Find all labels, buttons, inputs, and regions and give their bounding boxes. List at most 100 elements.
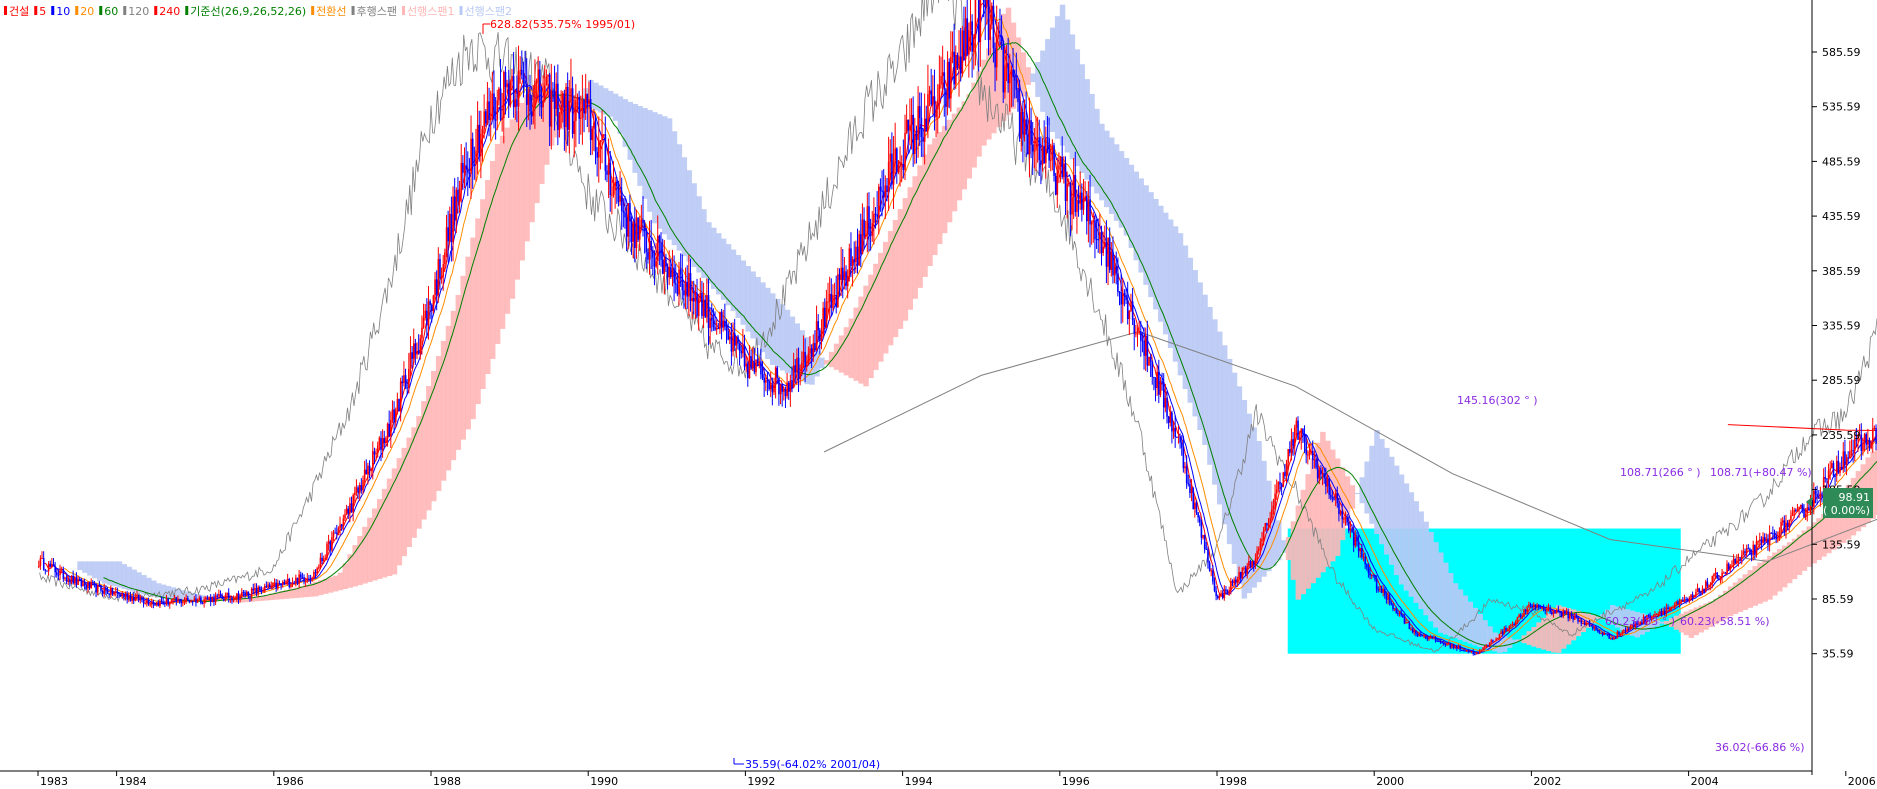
candle-body <box>575 100 577 121</box>
candle-body <box>293 582 296 584</box>
candle-body <box>1149 356 1152 362</box>
cloud-segment <box>927 144 933 266</box>
candle-body <box>195 598 197 603</box>
cloud-segment <box>92 561 98 579</box>
candle-body <box>1680 599 1683 601</box>
candle-body <box>1837 460 1840 473</box>
candle-body <box>974 0 977 39</box>
candle-body <box>1231 580 1234 584</box>
candle-body <box>1177 436 1180 438</box>
annotation-low-label: 35.59(-64.02% 2001/04) <box>745 758 880 771</box>
candle-body <box>932 96 934 105</box>
candle-body <box>1850 450 1853 452</box>
candle-body <box>1223 589 1226 598</box>
candle-body <box>666 266 669 278</box>
candle-body <box>1036 137 1039 139</box>
x-tick-label: 2002 <box>1533 775 1561 788</box>
candle-body <box>167 598 169 605</box>
candle-body <box>450 213 453 243</box>
candle-body <box>707 295 710 328</box>
cloud-segment <box>1757 562 1763 604</box>
candle-body <box>1122 293 1124 305</box>
candle-body <box>1611 638 1614 640</box>
candle-body <box>969 21 972 31</box>
candle-body <box>347 508 350 514</box>
candle-body <box>760 361 762 375</box>
candle-body <box>1395 608 1398 614</box>
candle-body <box>188 599 191 602</box>
candle-body <box>889 153 892 162</box>
candle-body <box>478 124 481 157</box>
candle-body <box>1562 610 1565 617</box>
candle-body <box>735 336 738 346</box>
candle-body <box>1120 292 1122 305</box>
candle-body <box>928 90 931 95</box>
candle-body <box>221 596 223 599</box>
candle-body <box>41 557 43 559</box>
legend-label: 5 <box>39 5 46 18</box>
candle-body <box>1777 538 1779 540</box>
candle-body <box>300 574 302 578</box>
candle-body <box>92 582 94 584</box>
cloud-segment <box>784 309 791 374</box>
candle-body <box>565 87 567 128</box>
candle-body <box>601 134 603 141</box>
candle-body <box>742 345 744 354</box>
candle-body <box>1400 612 1402 616</box>
candle-body <box>1126 300 1129 320</box>
candle-body <box>562 93 564 108</box>
candle-body <box>411 352 413 359</box>
candle-body <box>658 235 661 243</box>
candle-body <box>991 5 993 25</box>
candle-body <box>286 579 289 581</box>
candle-body <box>1071 197 1073 215</box>
candle-body <box>652 249 654 258</box>
candle-body <box>503 71 505 119</box>
candle-body <box>1757 541 1759 543</box>
candle-body <box>1533 604 1535 608</box>
cloud-segment <box>1796 534 1803 576</box>
candle-body <box>863 219 865 237</box>
y-tick-label: 35.59 <box>1822 648 1854 661</box>
candle-body <box>1393 608 1396 610</box>
cloud-segment <box>87 561 93 576</box>
candle-body <box>339 524 341 529</box>
candle-body <box>1329 494 1332 498</box>
candle-body <box>1711 576 1714 584</box>
candle-body <box>385 438 387 444</box>
candle-body <box>1439 641 1442 643</box>
candle-body <box>810 348 813 357</box>
candle-body <box>1105 242 1108 267</box>
candle-body <box>758 361 761 364</box>
candle-body <box>532 107 535 117</box>
cloud-segment <box>1781 545 1788 588</box>
candle-body <box>1835 460 1838 476</box>
candle-body <box>155 602 158 605</box>
candle-body <box>1434 637 1437 641</box>
stock-chart: 585.59535.59485.59435.59385.59335.59285.… <box>0 0 1877 789</box>
candle-body <box>1793 509 1795 513</box>
cloud-segment <box>480 199 486 390</box>
cloud-segment <box>1329 449 1336 562</box>
candle-body <box>853 259 856 263</box>
candle-body <box>1444 643 1447 645</box>
candle-body <box>683 290 685 296</box>
candle-body <box>201 603 204 605</box>
candle-body <box>1418 634 1421 636</box>
candle-body <box>468 172 471 174</box>
candle-body <box>386 423 389 439</box>
candle-body <box>900 164 903 166</box>
candle-body <box>1695 591 1697 596</box>
cloud-segment <box>77 561 83 571</box>
candle-body <box>1027 134 1029 155</box>
candle-body <box>44 569 47 571</box>
candle-body <box>1274 493 1276 506</box>
candle-body <box>1872 428 1874 443</box>
legend-label: 기준선(26,9,26,52,26) <box>190 5 306 18</box>
candle-body <box>1081 192 1083 210</box>
candle-body <box>1516 617 1519 622</box>
candle-body <box>1058 165 1060 170</box>
candle-body <box>431 304 433 311</box>
candle-body <box>676 284 679 295</box>
candle-body <box>69 580 71 583</box>
